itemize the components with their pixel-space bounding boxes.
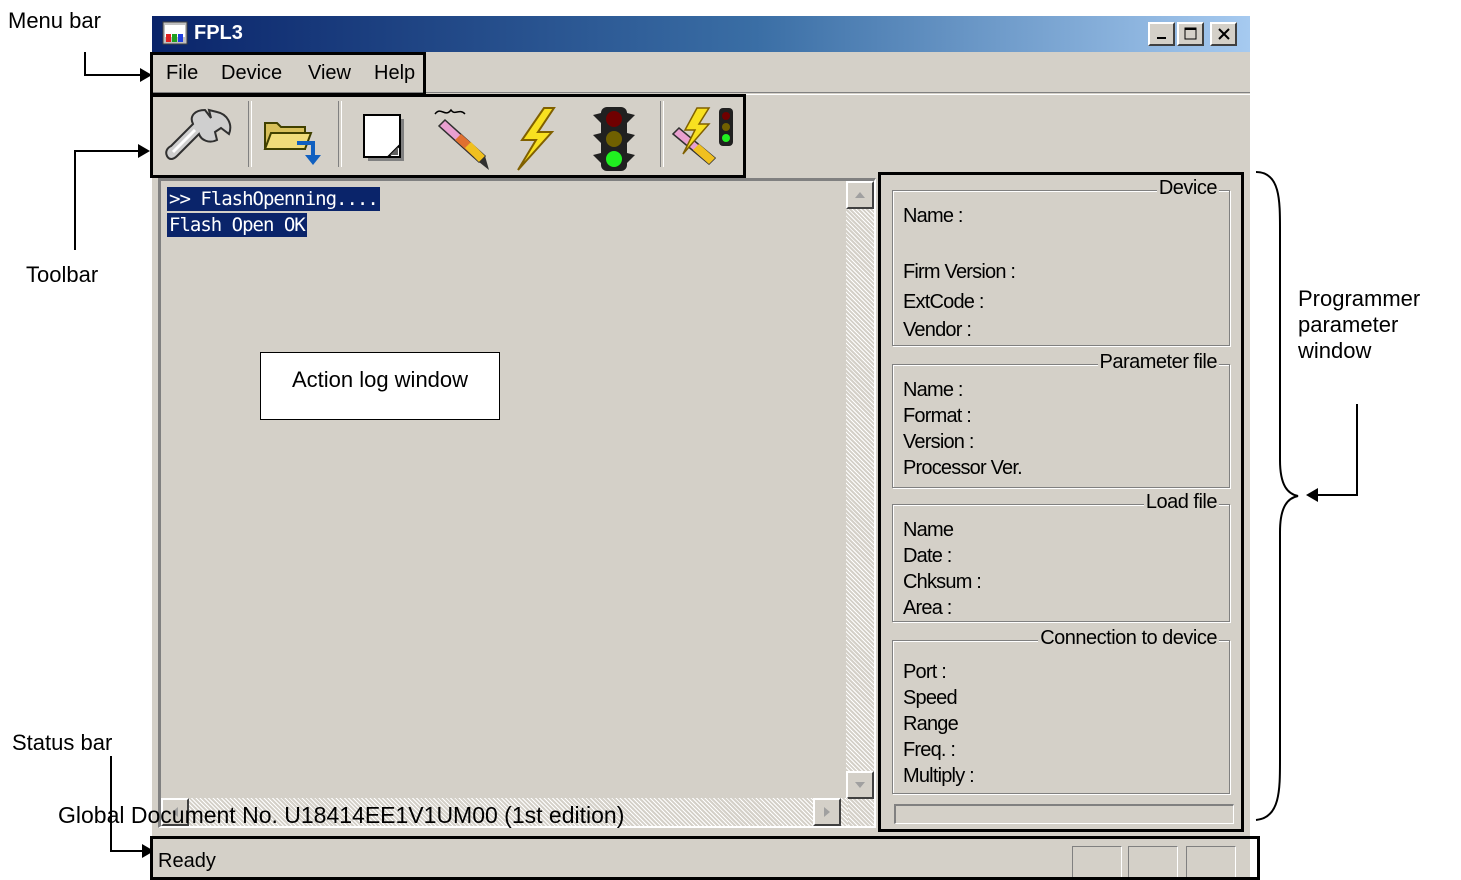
action-log-label-box: Action log window: [260, 352, 500, 420]
connector-line: [84, 52, 86, 76]
title-bar[interactable]: FPL3: [152, 16, 1250, 52]
annotation-status-bar: Status bar: [12, 730, 113, 755]
action-log-window[interactable]: >> FlashOpenning.... Flash Open OK: [158, 178, 876, 828]
maximize-button[interactable]: [1177, 22, 1204, 46]
annotation-toolbar: Toolbar: [26, 262, 99, 287]
scroll-up-button[interactable]: [846, 181, 874, 209]
arrow-right-icon: [824, 807, 830, 817]
menu-bar-highlight: [150, 52, 426, 96]
action-log-label: Action log window: [291, 367, 469, 392]
annotation-line: Programmer: [1298, 286, 1421, 311]
curly-brace: [1255, 171, 1299, 821]
app-icon: [162, 21, 188, 45]
scroll-down-button[interactable]: [846, 771, 874, 799]
arrow-right-icon: [138, 144, 150, 158]
minimize-icon: [1156, 37, 1166, 39]
close-icon: [1217, 28, 1230, 40]
vertical-scrollbar[interactable]: [846, 181, 874, 826]
connector-line: [84, 74, 144, 76]
arrow-down-icon: [855, 782, 865, 788]
arrow-up-icon: [855, 192, 865, 198]
log-line: Flash Open OK: [167, 213, 307, 237]
minimize-button[interactable]: [1148, 22, 1175, 46]
close-button[interactable]: [1210, 22, 1237, 46]
annotation-line: parameter: [1298, 312, 1399, 337]
annotation-line: window: [1298, 338, 1372, 363]
annotation-programmer-parameter-window: Programmer parameter window: [1298, 286, 1458, 364]
annotation-menu-bar: Menu bar: [8, 8, 101, 33]
toolbar-highlight: [150, 94, 746, 178]
maximize-icon: [1184, 27, 1196, 40]
log-line: >> FlashOpenning....: [167, 187, 380, 211]
connector-line: [1356, 404, 1358, 496]
connector-line: [74, 150, 76, 250]
connector-line: [74, 150, 142, 152]
scroll-right-button[interactable]: [813, 798, 841, 826]
connector-line: [1316, 494, 1358, 496]
connector-line: [110, 850, 146, 852]
arrow-left-icon: [1306, 488, 1318, 502]
status-bar-highlight: [150, 836, 1260, 880]
parameter-window-highlight: [878, 172, 1244, 832]
window-title: FPL3: [194, 22, 243, 44]
document-footer: Global Document No. U18414EE1V1UM00 (1st…: [58, 802, 625, 828]
